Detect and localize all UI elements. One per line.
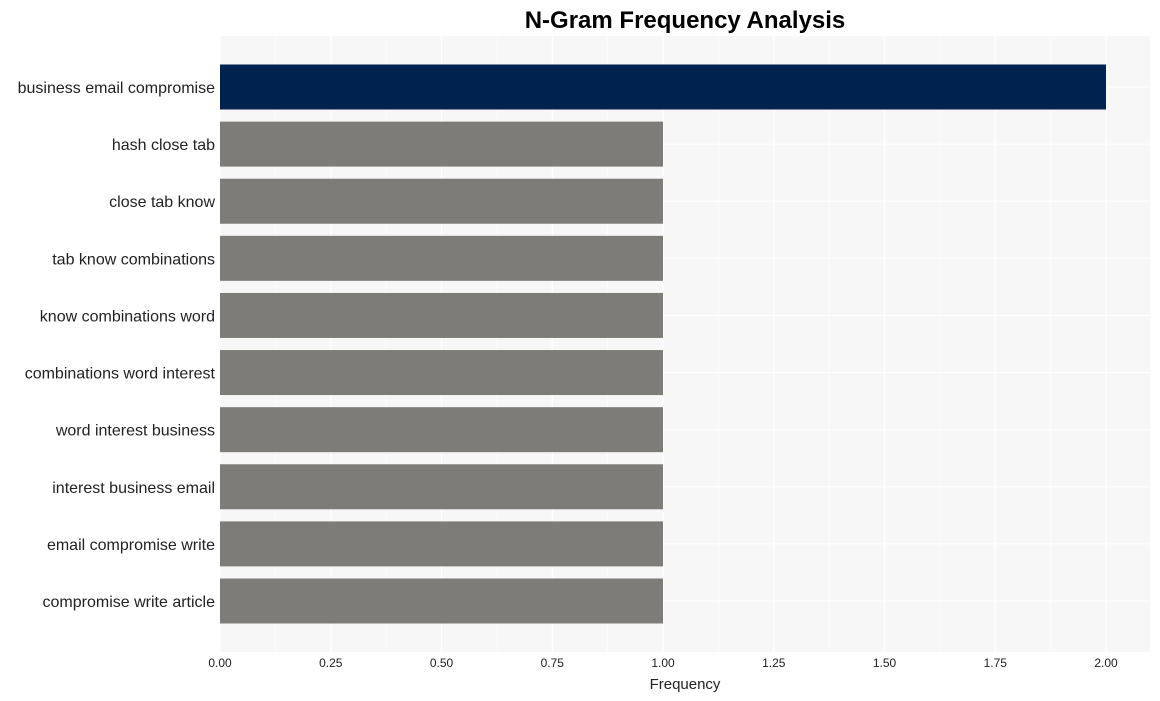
x-tick-label: 0.75 [541,656,565,670]
x-tick-label: 0.25 [319,656,343,670]
y-tick-label: word interest business [55,423,215,440]
bar-word-interest-business [220,407,663,453]
y-tick-label: tab know combinations [52,251,215,268]
bar-tab-know-combinations [220,235,663,281]
bar-compromise-write-article [220,578,663,624]
y-tick-label: know combinations word [40,308,215,325]
y-tick-label: combinations word interest [25,366,216,383]
y-tick-label: hash close tab [112,137,215,154]
x-tick-label: 0.00 [208,656,232,670]
bar-interest-business-email [220,464,663,510]
bar-hash-close-tab [220,121,663,167]
x-tick-label: 1.00 [651,656,675,670]
x-axis-label: Frequency [650,676,721,693]
y-tick-labels: business email compromise hash close tab c… [18,80,216,611]
bar-close-tab-know [220,178,663,224]
x-tick-label: 0.50 [430,656,454,670]
x-tick-label: 1.75 [984,656,1008,670]
bar-email-compromise-write [220,521,663,567]
chart-title: N-Gram Frequency Analysis [525,7,846,34]
bar-combinations-word-interest [220,350,663,396]
x-tick-labels: 0.00 0.25 0.50 0.75 1.00 1.25 1.50 1.75 2.00 [208,656,1118,670]
x-tick-label: 1.25 [762,656,786,670]
ngram-bar-chart: business email compromise hash close tab c… [18,7,1150,693]
bar-know-combinations-word [220,292,663,338]
y-tick-label: email compromise write [47,537,215,554]
x-tick-label: 2.00 [1094,656,1118,670]
y-tick-label: business email compromise [18,80,216,97]
x-tick-label: 1.50 [873,656,897,670]
bar-business-email-compromise [220,64,1106,110]
y-tick-label: close tab know [109,194,215,211]
y-tick-label: compromise write article [43,594,216,611]
y-tick-label: interest business email [52,480,215,497]
